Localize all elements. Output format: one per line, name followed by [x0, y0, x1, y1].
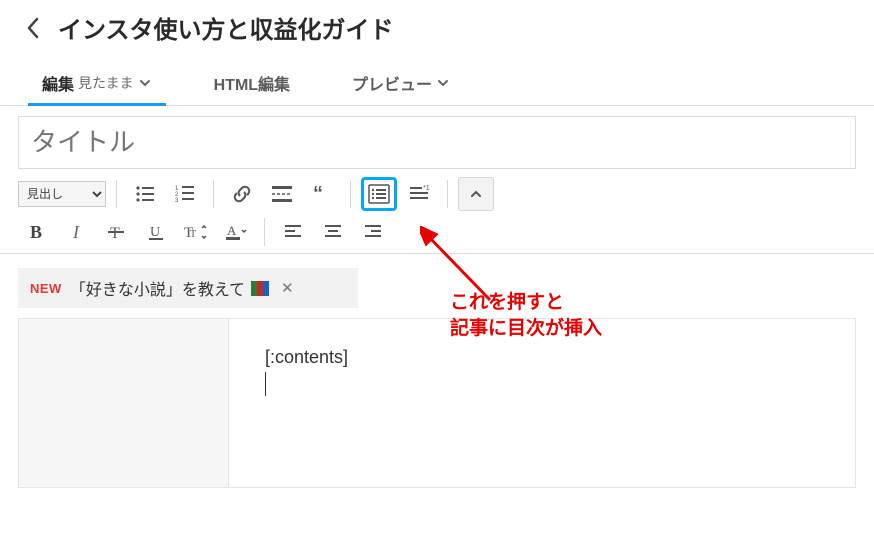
svg-text:U: U [150, 225, 160, 240]
chevron-down-icon [138, 76, 152, 90]
font-size-icon: T T [184, 222, 208, 242]
editor-sidebar [19, 319, 229, 487]
toolbar-separator [213, 180, 214, 208]
tab-html-edit[interactable]: HTML編集 [200, 61, 304, 105]
underline-button[interactable]: U [138, 215, 174, 249]
align-left-button[interactable] [275, 215, 311, 249]
footnote-button[interactable]: *1 [401, 177, 437, 211]
editor-area: [:contents] [18, 318, 856, 488]
strikethrough-button[interactable]: T [98, 215, 134, 249]
editor-body[interactable]: [:contents] [229, 319, 855, 487]
tab-preview-label: プレビュー [352, 71, 432, 95]
read-more-button[interactable] [264, 177, 300, 211]
text-cursor [265, 372, 266, 396]
back-button[interactable] [18, 13, 48, 43]
toolbar-separator [447, 180, 448, 208]
link-button[interactable] [224, 177, 260, 211]
prompt-text: 「好きな小説」を教えて [70, 276, 245, 300]
svg-text:3: 3 [175, 198, 179, 204]
heading-select[interactable]: 見出し [18, 181, 106, 207]
tab-preview[interactable]: プレビュー [338, 61, 464, 105]
writing-prompt-bar[interactable]: NEW 「好きな小説」を教えて ✕ [18, 268, 358, 308]
align-center-icon [323, 222, 343, 242]
contents-token: [:contents] [265, 347, 819, 368]
post-title-input[interactable] [18, 116, 856, 169]
bullet-list-icon [135, 184, 155, 204]
svg-text:*1: *1 [423, 185, 430, 192]
numbered-list-icon: 1 2 3 [175, 184, 195, 204]
tab-edit[interactable]: 編集 見たまま [28, 61, 166, 105]
tab-html-label: HTML編集 [214, 71, 290, 95]
toolbar-separator [264, 218, 265, 246]
strikethrough-icon: T [106, 222, 126, 242]
table-of-contents-icon [368, 184, 390, 204]
svg-text:“: “ [313, 184, 323, 204]
tab-edit-label: 編集 [42, 71, 74, 95]
font-color-icon: A [225, 222, 247, 242]
read-more-icon [271, 184, 293, 204]
align-right-button[interactable] [355, 215, 391, 249]
chevron-down-icon [436, 76, 450, 90]
collapse-toolbar-button[interactable] [458, 177, 494, 211]
close-prompt-button[interactable]: ✕ [281, 279, 294, 297]
table-of-contents-button[interactable] [361, 177, 397, 211]
italic-button[interactable]: I [58, 215, 94, 249]
editor-toolbar: 見出し 1 2 3 [0, 169, 874, 254]
svg-text:T: T [184, 225, 193, 241]
bold-icon: B [30, 222, 42, 243]
chevron-left-icon [26, 17, 40, 39]
numbered-list-button[interactable]: 1 2 3 [167, 177, 203, 211]
blockquote-button[interactable]: “ [304, 177, 340, 211]
svg-text:T: T [110, 225, 120, 242]
align-center-button[interactable] [315, 215, 351, 249]
bullet-list-button[interactable] [127, 177, 163, 211]
quote-icon: “ [312, 184, 332, 204]
svg-text:A: A [227, 223, 237, 238]
toolbar-separator [116, 180, 117, 208]
books-icon [251, 281, 269, 296]
bold-button[interactable]: B [18, 215, 54, 249]
footnote-icon: *1 [408, 184, 430, 204]
tab-edit-mode: 見たまま [78, 73, 134, 93]
italic-icon: I [73, 222, 79, 243]
font-size-button[interactable]: T T [178, 215, 214, 249]
annotation-line1: これを押すと [450, 290, 602, 316]
new-badge: NEW [30, 281, 62, 296]
align-left-icon [283, 222, 303, 242]
align-right-icon [363, 222, 383, 242]
toolbar-separator [350, 180, 351, 208]
chevron-up-icon [469, 187, 483, 201]
font-color-button[interactable]: A [218, 215, 254, 249]
link-icon [232, 184, 252, 204]
page-title: インスタ使い方と収益化ガイド [58, 10, 394, 45]
editor-tabs: 編集 見たまま HTML編集 プレビュー [0, 55, 874, 106]
underline-icon: U [146, 222, 166, 242]
